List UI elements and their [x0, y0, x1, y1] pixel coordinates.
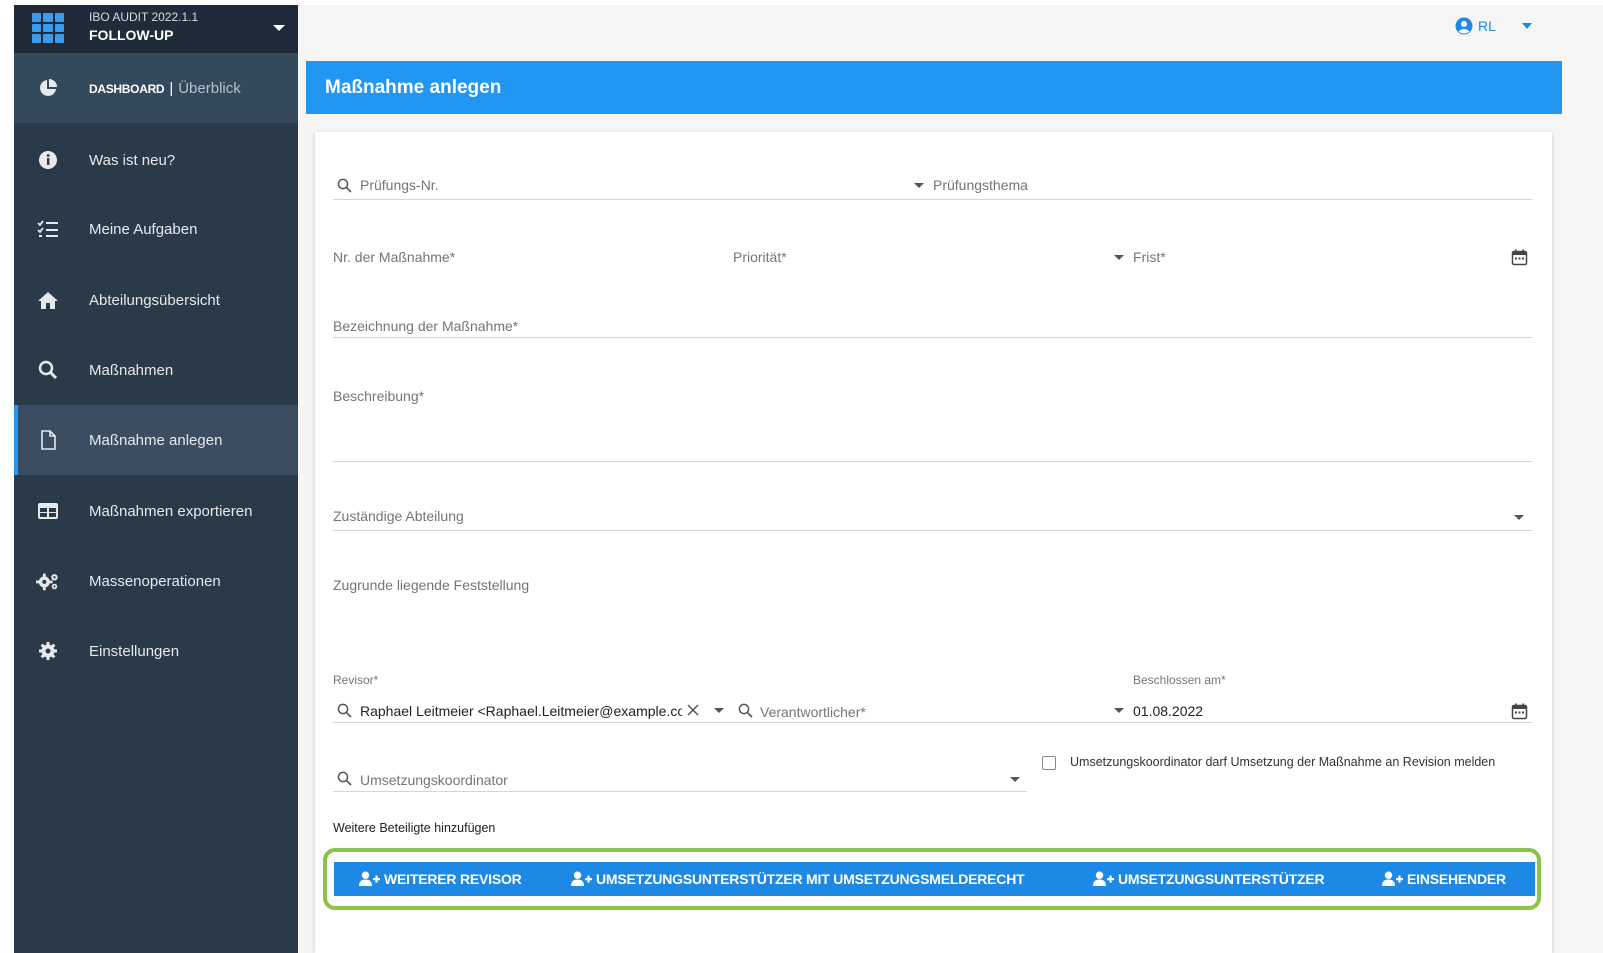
search-icon — [36, 358, 60, 382]
sidebar-item-label: Abteilungsübersicht — [89, 291, 220, 309]
revisor-value[interactable]: Raphael Leitmeier <Raphael.Leitmeier@exa… — [360, 703, 682, 719]
prioritaet-placeholder: Priorität* — [733, 249, 787, 265]
sidebar-item-was-ist-neu[interactable]: Was ist neu? — [14, 125, 298, 195]
dashboard-label: DASHBOARD — [89, 81, 165, 96]
beschlossen-input[interactable]: 01.08.2022 — [1133, 703, 1203, 719]
verantwortlicher-input[interactable]: Verantwortlicher* — [760, 704, 866, 720]
sidebar-item-meine-aufgaben[interactable]: Meine Aufgaben — [14, 194, 298, 264]
koordinator-checkbox[interactable] — [1042, 756, 1056, 770]
sidebar-item-label: Maßnahmen — [89, 361, 174, 379]
sidebar-item-label: Massenoperationen — [89, 572, 221, 590]
sidebar-item-einstellungen[interactable]: Einstellungen — [14, 616, 298, 686]
sidebar: IBO AUDIT 2022.1.1 FOLLOW-UP DASHBOARD | Ü… — [14, 5, 298, 953]
add-participants-toolbar: WEITERER REVISOR UMSETZUNGSUNTERSTÜTZER … — [334, 862, 1535, 896]
pruefungs-nr-input[interactable]: Prüfungs-Nr. — [360, 177, 439, 193]
user-plus-icon — [1382, 871, 1404, 887]
user-plus-icon — [1093, 871, 1115, 887]
caret-down-icon[interactable] — [914, 183, 924, 188]
gears-icon — [36, 569, 60, 593]
add-supporter-button[interactable]: UMSETZUNGSUNTERSTÜTZER — [1093, 862, 1325, 896]
add-revisor-button[interactable]: WEITERER REVISOR — [359, 862, 522, 896]
add-supporter-with-report-right-label: UMSETZUNGSUNTERSTÜTZER MIT UMSETZUNGSMEL… — [596, 871, 1025, 887]
home-icon — [36, 288, 60, 312]
add-supporter-with-report-right-button[interactable]: UMSETZUNGSUNTERSTÜTZER MIT UMSETZUNGSMEL… — [571, 862, 1025, 896]
pruefungsthema-select[interactable]: Prüfungsthema — [933, 177, 1028, 193]
koordinator-input[interactable]: Umsetzungskoordinator — [360, 772, 508, 788]
app-switcher[interactable]: IBO AUDIT 2022.1.1 FOLLOW-UP — [14, 5, 298, 53]
table-icon — [36, 499, 60, 523]
add-revisor-label: WEITERER REVISOR — [384, 871, 522, 887]
add-viewer-button[interactable]: EINSEHENDER — [1382, 862, 1506, 896]
app-window: IBO AUDIT 2022.1.1 FOLLOW-UP DASHBOARD | Ü… — [14, 5, 1603, 953]
page-title: Maßnahme anlegen — [325, 77, 502, 98]
app-grid-icon — [32, 13, 64, 43]
beschreibung-textarea[interactable]: Beschreibung* — [333, 381, 1532, 462]
koordinator-checkbox-label: Umsetzungskoordinator darf Umsetzung der… — [1070, 755, 1496, 769]
sidebar-item-label: Einstellungen — [89, 642, 180, 660]
caret-down-icon — [273, 25, 285, 31]
dashboard-separator: | — [169, 79, 174, 97]
sidebar-item-label: Meine Aufgaben — [89, 220, 198, 238]
dashboard-sublabel: Überblick — [178, 79, 241, 97]
app-version: IBO AUDIT 2022.1.1 — [89, 10, 199, 24]
caret-down-icon[interactable] — [1522, 23, 1532, 29]
sidebar-item-dashboard[interactable]: DASHBOARD | Überblick — [14, 53, 298, 123]
abteilung-placeholder: Zuständige Abteilung — [333, 508, 464, 524]
caret-down-icon[interactable] — [1514, 515, 1524, 520]
app-name: FOLLOW-UP — [89, 27, 174, 43]
page-header: Maßnahme anlegen — [306, 61, 1562, 114]
beschreibung-placeholder: Beschreibung* — [333, 388, 425, 404]
add-supporter-label: UMSETZUNGSUNTERSTÜTZER — [1118, 871, 1325, 887]
search-icon — [336, 177, 352, 193]
bezeichnung-placeholder: Bezeichnung der Maßnahme* — [333, 318, 519, 334]
user-circle-icon — [1455, 17, 1473, 35]
add-viewer-label: EINSEHENDER — [1407, 871, 1506, 887]
frist-input[interactable]: Frist* — [1133, 249, 1166, 265]
search-icon — [336, 702, 352, 718]
sidebar-item-label: Was ist neu? — [89, 151, 176, 169]
sidebar-item-massenoperationen[interactable]: Massenoperationen — [14, 546, 298, 616]
caret-down-icon[interactable] — [1010, 777, 1020, 782]
info-icon — [36, 148, 60, 172]
caret-down-icon[interactable] — [1114, 255, 1124, 260]
abteilung-select[interactable]: Zuständige Abteilung — [333, 501, 1532, 531]
sidebar-item-massnahme-anlegen[interactable]: Maßnahme anlegen — [14, 405, 298, 475]
caret-down-icon[interactable] — [714, 708, 724, 713]
user-initials: RL — [1478, 18, 1496, 34]
feststellung-label: Zugrunde liegende Feststellung — [333, 577, 530, 593]
gear-icon — [36, 639, 60, 663]
weitere-beteiligte-label: Weitere Beteiligte hinzufügen — [333, 821, 496, 835]
sidebar-item-massnahmen[interactable]: Maßnahmen — [14, 335, 298, 405]
prioritaet-field[interactable]: Priorität* — [733, 245, 1114, 273]
pie-chart-icon — [36, 76, 60, 100]
calendar-icon[interactable] — [1510, 702, 1528, 720]
user-plus-icon — [359, 871, 381, 887]
caret-down-icon[interactable] — [1114, 708, 1124, 713]
sidebar-item-label: Maßnahme anlegen — [89, 431, 223, 449]
bezeichnung-input[interactable]: Bezeichnung der Maßnahme* — [333, 311, 1532, 338]
checklist-icon — [36, 217, 60, 241]
user-plus-icon — [571, 871, 593, 887]
search-icon — [737, 702, 753, 718]
nr-massnahme-field[interactable]: Nr. der Maßnahme* — [333, 245, 714, 273]
calendar-icon[interactable] — [1510, 248, 1528, 266]
document-icon — [36, 428, 60, 452]
sidebar-item-abteilungsuebersicht[interactable]: Abteilungsübersicht — [14, 265, 298, 335]
nr-massnahme-placeholder: Nr. der Maßnahme* — [333, 249, 456, 265]
user-menu[interactable]: RL — [1455, 15, 1496, 37]
beschlossen-label: Beschlossen am* — [1133, 673, 1226, 687]
close-icon[interactable] — [685, 702, 701, 718]
sidebar-item-label: Maßnahmen exportieren — [89, 502, 253, 520]
sidebar-item-massnahmen-exportieren[interactable]: Maßnahmen exportieren — [14, 476, 298, 546]
search-icon — [336, 770, 352, 786]
revisor-label: Revisor* — [333, 673, 379, 687]
